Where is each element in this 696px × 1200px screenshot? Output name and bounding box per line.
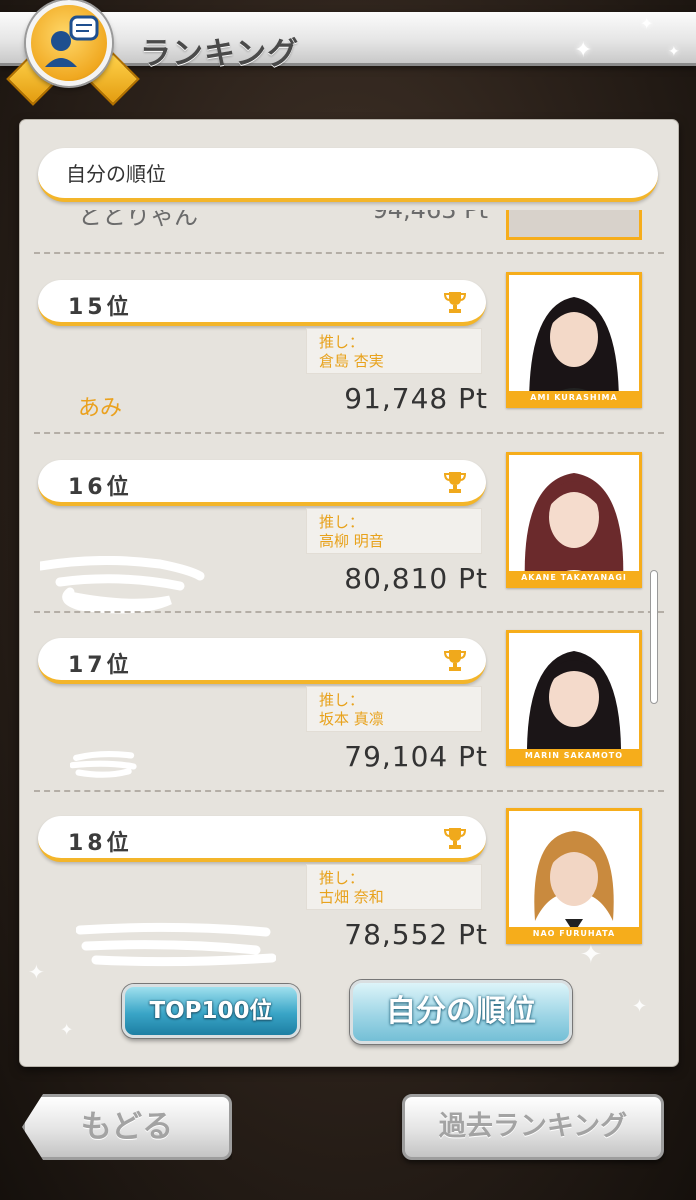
sparkle-icon: ✦ [574,38,593,63]
oshi-label: 推し： [319,691,365,709]
player-name: あみ [78,396,123,421]
divider [34,790,664,792]
rank-pill: 15位 [38,280,486,326]
oshi-info: 推し： 坂本 真凛 [306,686,482,732]
oshi-info: 推し： 高柳 明音 [306,508,482,554]
rank-pill: 18位 [38,816,486,862]
sparkle-icon: ✦ [60,1020,74,1039]
my-rank-button[interactable]: 自分の順位 [350,980,572,1044]
points: 80,810 Pt [344,562,488,595]
rank-label: 16位 [68,475,133,500]
rank-pill: 17位 [38,638,486,684]
redacted-name-scribble [70,751,137,778]
member-photo: AKANE TAKAYANAGI [506,452,642,588]
oshi-label: 推し： [319,869,365,887]
redacted-name-scribble [40,556,205,614]
points: 94,463 Pt [372,210,489,224]
sparkle-icon: ✦ [668,44,680,60]
divider [34,252,664,254]
sparkle-icon: ✦ [640,14,654,33]
sparkle-icon: ✦ [632,996,648,1017]
member-photo: MARIN SAKAMOTO [506,630,642,766]
member-nameplate: MARIN SAKAMOTO [509,749,639,763]
past-ranking-button[interactable]: 過去ランキング [402,1094,664,1160]
my-rank-section-header: 自分の順位 [38,148,658,202]
oshi-name: 倉島 杏実 [319,352,384,370]
trophy-icon [444,650,466,671]
oshi-label: 推し： [319,333,365,351]
ranking-row[interactable]: 17位 推し： 坂本 真凛 79,104 Pt MARIN SAKAMOTO [20,630,678,798]
ranking-row[interactable]: 18位 推し： 古畑 奈和 78,552 Pt NAO FURUHATA [20,808,678,976]
points: 78,552 Pt [344,918,488,951]
player-name: ととりゃん [78,210,198,230]
member-nameplate: AKANE TAKAYANAGI [509,571,639,585]
ranking-row[interactable]: 15位 推し： 倉島 杏実 あみ 91,748 Pt AMI KURASHIMA [20,272,678,440]
member-nameplate: NAO FURUHATA [509,927,639,941]
member-nameplate: AMI KURASHIMA [509,391,639,405]
member-photo: AMI KURASHIMA [506,272,642,408]
back-button[interactable]: もどる [22,1094,232,1160]
rank-label: 15位 [68,295,133,320]
trophy-icon [444,472,466,493]
oshi-info: 推し： 倉島 杏実 [306,328,482,374]
ranking-badge-icon [6,0,140,106]
member-photo [506,210,642,240]
list-item-partial: ととりゃん 94,463 Pt [20,210,678,240]
ranking-panel: ✦ ✦ ✦ ✦ 自分の順位 ととりゃん 94,463 Pt 15位 推し： 倉島… [20,120,678,1066]
points: 91,748 Pt [344,382,488,415]
top100-button[interactable]: TOP100位 [122,984,300,1038]
ranking-row[interactable]: 16位 推し： 高柳 明音 80,810 Pt AKANE TAKAYANAGI [20,452,678,620]
rank-pill: 16位 [38,460,486,506]
oshi-name: 高柳 明音 [319,532,384,550]
redacted-name-scribble [76,922,276,967]
trophy-icon [444,828,466,849]
trophy-icon [444,292,466,313]
oshi-label: 推し： [319,513,365,531]
rank-label: 18位 [68,831,133,856]
oshi-name: 坂本 真凛 [319,710,384,728]
rank-label: 17位 [68,653,133,678]
page-title: ランキング [140,36,300,72]
member-photo: NAO FURUHATA [506,808,642,944]
oshi-info: 推し： 古畑 奈和 [306,864,482,910]
oshi-name: 古畑 奈和 [319,888,384,906]
divider [34,611,664,613]
points: 79,104 Pt [344,740,488,773]
divider [34,432,664,434]
scrollbar[interactable] [650,570,658,704]
